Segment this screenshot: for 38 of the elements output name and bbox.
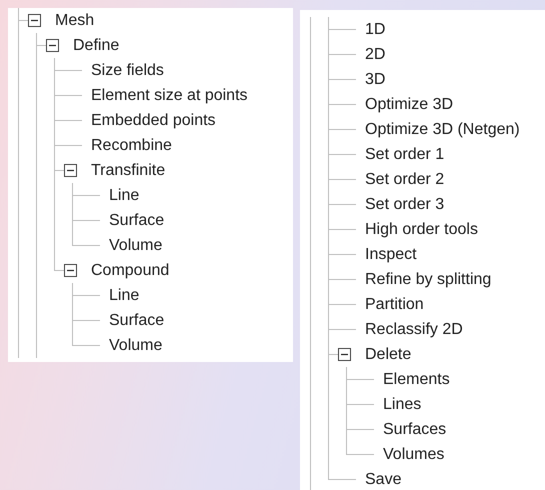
tree-item[interactable]: Lines [383,394,422,414]
tree-item[interactable]: Element size at points [91,86,248,106]
tree-item[interactable]: Optimize 3D [365,94,454,114]
collapse-icon[interactable] [28,14,41,27]
tree-item[interactable]: Volumes [383,444,444,464]
tree-item[interactable]: Recombine [91,136,172,156]
tree-item[interactable]: Embedded points [91,110,216,130]
tree-item[interactable]: 1D [365,20,386,40]
tree-item[interactable]: Surfaces [383,420,446,440]
tree-item[interactable]: Size fields [91,60,164,80]
tree-item[interactable]: Set order 2 [365,170,444,190]
tree-item[interactable]: Optimize 3D (Netgen) [365,120,520,140]
tree-item[interactable]: Volume [109,236,162,256]
tree-item[interactable]: Delete [365,344,412,364]
collapse-icon[interactable] [46,39,59,52]
tree-item[interactable]: Surface [109,210,164,230]
tree-item[interactable]: Refine by splitting [365,270,492,290]
tree-item[interactable]: Compound [91,260,170,280]
collapse-icon[interactable] [64,264,77,277]
tree-item[interactable]: Line [109,286,140,306]
tree-item[interactable]: Define [73,36,120,56]
tree-item[interactable]: Elements [383,370,450,390]
tree-item[interactable]: Mesh [55,10,94,30]
tree-item[interactable]: Save [365,470,402,490]
tree-item[interactable]: 3D [365,70,386,90]
tree-item[interactable]: High order tools [365,220,478,240]
tree-item[interactable]: Surface [109,310,164,330]
tree-item[interactable]: Inspect [365,244,417,264]
tree-item[interactable]: Volume [109,336,162,356]
tree-item[interactable]: Set order 3 [365,194,444,214]
tree-item[interactable]: Line [109,186,140,206]
tree-item[interactable]: Set order 1 [365,144,444,164]
tree-item[interactable]: Partition [365,294,424,314]
tree-item[interactable]: Transfinite [91,160,166,180]
collapse-icon[interactable] [64,164,77,177]
tree-item[interactable]: 2D [365,44,386,64]
collapse-icon[interactable] [338,348,351,361]
tree-item[interactable]: Reclassify 2D [365,320,463,340]
